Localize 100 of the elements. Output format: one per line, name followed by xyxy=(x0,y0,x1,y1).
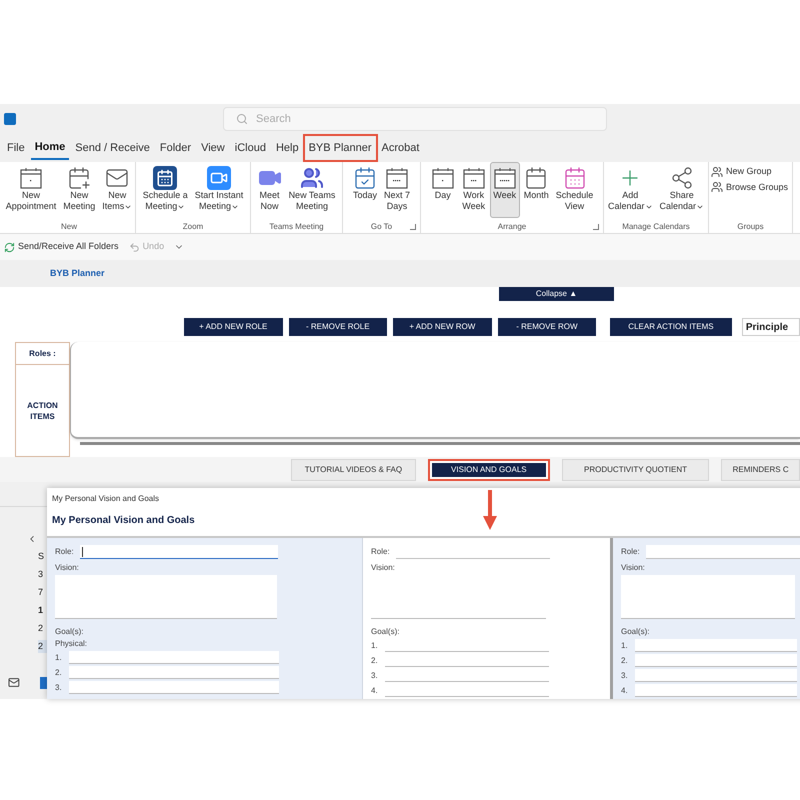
planner-tab[interactable]: TUTORIAL VIDEOS & FAQ xyxy=(291,458,416,480)
goal-number: 4. xyxy=(371,684,379,696)
goal-field[interactable] xyxy=(635,669,797,682)
mail-icon[interactable] xyxy=(8,676,20,689)
video-camera-icon xyxy=(207,166,232,190)
ribbon-button[interactable]: New Appointment xyxy=(2,162,60,218)
goal-field[interactable] xyxy=(635,654,797,667)
vision-label: Vision: xyxy=(55,562,80,574)
collapse-button[interactable]: Collapse ▲ xyxy=(499,287,614,301)
goal-field[interactable] xyxy=(635,639,797,652)
group-label: Groups xyxy=(737,220,764,232)
goal-number: 4. xyxy=(621,684,629,696)
ribbon-button[interactable]: Meet Now xyxy=(254,162,285,218)
goal-field[interactable] xyxy=(635,684,797,697)
goals-label: Goal(s): xyxy=(371,626,400,638)
role-field[interactable] xyxy=(80,545,278,559)
principle-field[interactable]: Principle xyxy=(742,318,800,336)
planner-title: BYB Planner xyxy=(50,266,105,280)
planner-tab[interactable]: VISION AND GOALS xyxy=(428,458,550,480)
ribbon-button[interactable]: Work Week xyxy=(458,162,489,218)
goal-number: 1. xyxy=(55,652,63,664)
goal-number: 2. xyxy=(55,666,63,678)
action-button[interactable]: - REMOVE ROLE xyxy=(288,318,388,336)
launcher-icon[interactable] xyxy=(593,224,599,230)
ribbon-button[interactable]: New Teams Meeting xyxy=(286,162,338,218)
menu-tab[interactable]: iCloud xyxy=(230,136,270,160)
action-button[interactable]: + ADD NEW ROLE xyxy=(184,318,283,336)
ribbon-button[interactable]: Start Instant Meeting xyxy=(192,162,246,218)
dialog-title: My Personal Vision and Goals xyxy=(51,493,160,505)
ribbon-button[interactable]: New Items xyxy=(99,162,136,218)
pointer-arrow xyxy=(483,490,497,530)
menu-tab[interactable]: File xyxy=(3,136,29,160)
ribbon-button[interactable]: Week xyxy=(490,162,520,218)
menu-tab[interactable]: Folder xyxy=(156,136,196,160)
menu-tab[interactable]: View xyxy=(197,136,229,160)
group-label: Manage Calendars xyxy=(622,220,690,232)
group-label: New xyxy=(60,220,77,232)
launcher-icon[interactable] xyxy=(410,224,416,230)
undo-icon xyxy=(128,242,140,252)
action-button[interactable]: - REMOVE ROW xyxy=(498,318,596,336)
goal-category: Physical: xyxy=(55,638,88,650)
group-label: Arrange xyxy=(498,220,526,232)
vision-label: Vision: xyxy=(621,562,646,574)
action-button[interactable]: + ADD NEW ROW xyxy=(393,318,492,336)
group-icon xyxy=(711,181,723,194)
role-label: Role: xyxy=(621,546,640,558)
group-icon xyxy=(711,166,723,178)
goals-label: Goal(s): xyxy=(55,626,84,638)
goal-number: 2. xyxy=(621,654,629,666)
group-label: Zoom xyxy=(182,220,204,232)
ribbon-button[interactable]: Day xyxy=(428,162,458,218)
ribbon-button[interactable]: Schedule View xyxy=(552,162,596,218)
ribbon-button[interactable]: Share Calendar xyxy=(656,162,708,218)
ribbon-button[interactable]: New Group xyxy=(711,165,790,178)
goal-field[interactable] xyxy=(69,666,279,679)
calendar-day[interactable]: 7 xyxy=(38,586,47,599)
calendar-day[interactable]: 1 xyxy=(38,604,47,617)
planner-tab[interactable]: REMINDERS C xyxy=(721,458,800,480)
planner-tab[interactable]: PRODUCTIVITY QUOTIENT xyxy=(562,458,710,480)
group-label: Teams Meeting xyxy=(269,220,324,232)
menu-tab[interactable]: Help xyxy=(272,136,303,160)
menu-tab[interactable]: BYB Planner xyxy=(304,136,376,160)
ribbon-button[interactable]: Add Calendar xyxy=(604,162,656,218)
schedule-icon xyxy=(562,166,586,190)
calendar-day[interactable]: 2 xyxy=(38,640,47,653)
group-label: Go To xyxy=(370,220,392,232)
goals-label: Goal(s): xyxy=(621,626,650,638)
ribbon-button[interactable]: Next 7 Days xyxy=(381,162,414,218)
sync-icon xyxy=(4,242,15,252)
calendar-day[interactable]: 3 xyxy=(38,568,47,581)
toolbar-button[interactable]: Send/Receive All Folders xyxy=(4,240,119,254)
goal-field[interactable] xyxy=(69,651,279,664)
goal-number: 2. xyxy=(371,654,379,666)
ribbon-button[interactable]: New Meeting xyxy=(60,162,98,218)
calendar-day[interactable]: S xyxy=(38,550,47,563)
menu-tab[interactable]: Send / Receive xyxy=(71,136,154,160)
vision-field[interactable] xyxy=(55,575,277,619)
ribbon-button[interactable]: Month xyxy=(520,162,552,218)
goal-number: 3. xyxy=(55,682,63,694)
menu-tab[interactable]: Acrobat xyxy=(378,136,424,160)
goal-field[interactable] xyxy=(69,681,279,694)
calendar-grid-icon xyxy=(524,166,548,190)
action-items-label: ACTION ITEMS xyxy=(26,400,59,422)
vision-field[interactable] xyxy=(621,575,795,619)
menu-tab[interactable]: Home xyxy=(30,136,70,160)
goal-number: 3. xyxy=(621,670,629,682)
goal-number: 1. xyxy=(371,640,379,652)
goal-number: 3. xyxy=(371,670,379,682)
goal-number: 1. xyxy=(621,640,629,652)
ribbon-button[interactable]: Schedule a Meeting xyxy=(140,162,191,218)
text-cursor xyxy=(82,546,83,556)
ribbon-button[interactable]: Today xyxy=(350,162,380,218)
role-label: Role: xyxy=(55,546,74,558)
role-field[interactable] xyxy=(646,545,800,559)
roles-label: Roles : xyxy=(16,343,69,365)
role-label: Role: xyxy=(371,546,390,558)
calendar-day[interactable]: 2 xyxy=(38,622,47,635)
vision-label: Vision: xyxy=(371,562,396,574)
action-button[interactable]: CLEAR ACTION ITEMS xyxy=(610,318,732,336)
ribbon-button[interactable]: Browse Groups xyxy=(711,180,790,194)
